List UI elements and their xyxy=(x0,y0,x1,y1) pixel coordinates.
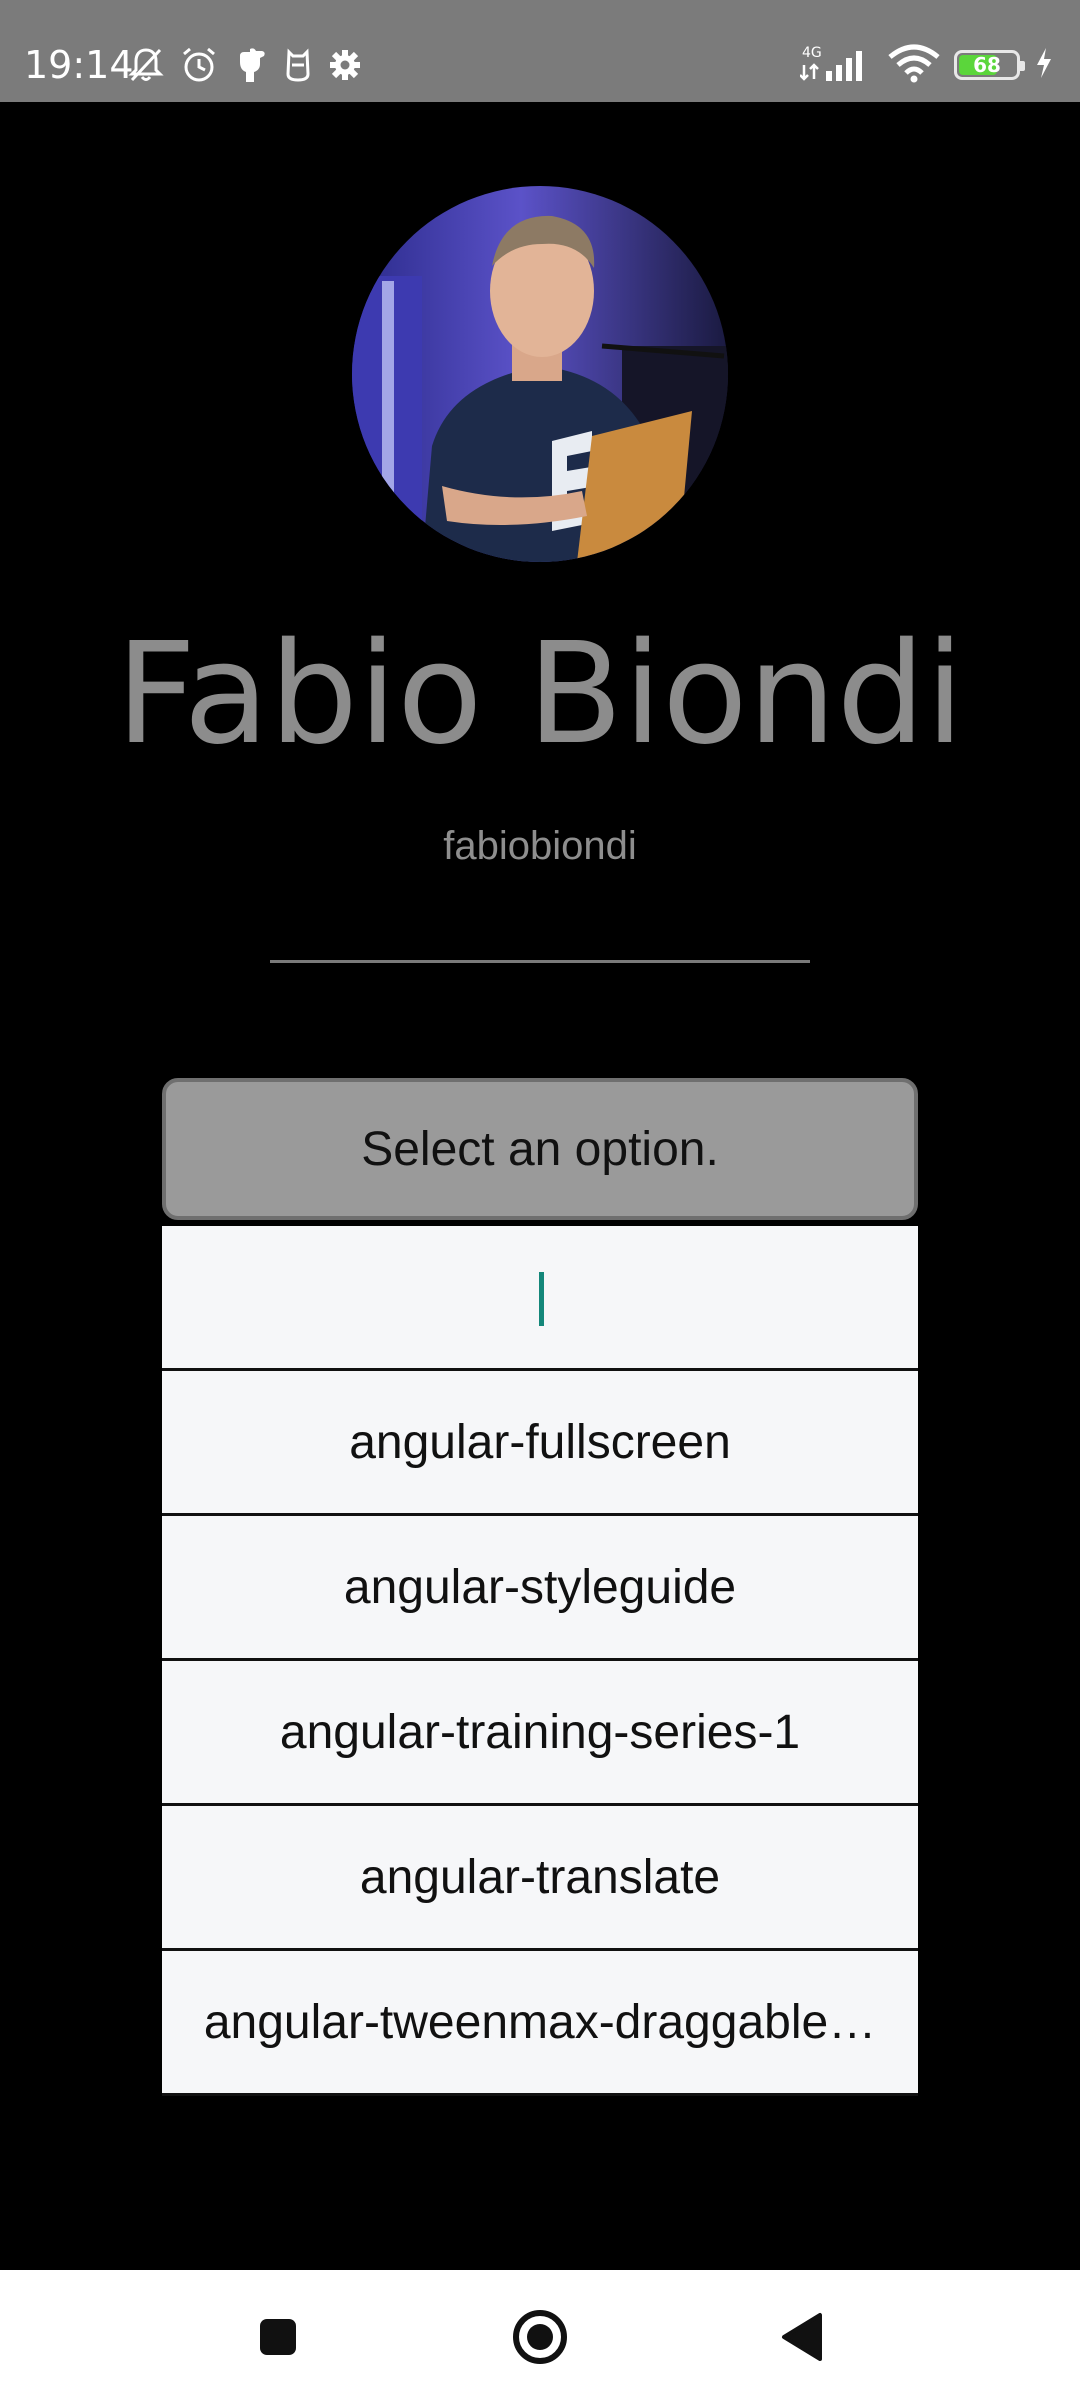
home-button[interactable] xyxy=(500,2300,580,2374)
navigation-bar xyxy=(0,2270,1080,2400)
repo-select-button[interactable]: Select an option. xyxy=(162,1078,918,1220)
dropdown-search-row xyxy=(162,1226,918,1371)
dropdown-option[interactable]: angular-styleguide xyxy=(162,1516,918,1661)
status-icons-left xyxy=(128,44,362,86)
back-triangle-icon xyxy=(782,2313,822,2361)
status-icons-right: 4G 68 xyxy=(799,43,1054,88)
profile-username: fabiobiondi xyxy=(443,824,637,868)
dropdown-option-label: angular-styleguide xyxy=(343,1560,737,1614)
dropdown-option[interactable]: angular-translate xyxy=(162,1806,918,1951)
battery-level: 68 xyxy=(973,53,1001,77)
dropdown-option-label: angular-fullscreen xyxy=(349,1415,731,1469)
bell-off-icon xyxy=(128,46,164,84)
dropdown-option[interactable]: angular-fullscreen xyxy=(162,1371,918,1516)
dropdown-option[interactable]: angular-tweenmax-draggable… xyxy=(162,1951,918,2096)
dropdown-option[interactable]: angular-training-series-1 xyxy=(162,1661,918,1806)
home-circle-icon xyxy=(513,2310,567,2364)
recents-button[interactable] xyxy=(238,2300,318,2374)
status-bar: 19:14 4G 68 xyxy=(0,0,1080,102)
dropdown-option-label: angular-tweenmax-draggable… xyxy=(203,1995,877,2049)
square-icon xyxy=(260,2319,296,2355)
cat-icon xyxy=(284,46,312,84)
profile-avatar xyxy=(352,186,728,562)
gear-icon xyxy=(328,48,362,82)
charging-icon xyxy=(1034,46,1054,85)
signal-icon: 4G xyxy=(799,43,874,88)
wifi-icon xyxy=(888,43,940,88)
back-button[interactable] xyxy=(762,2300,842,2374)
status-time: 19:14 xyxy=(24,43,134,87)
profile-name: Fabio Biondi xyxy=(115,613,965,776)
hand-icon xyxy=(234,46,268,84)
alarm-icon xyxy=(180,46,218,84)
repo-dropdown-list: angular-fullscreen angular-styleguide an… xyxy=(162,1226,918,2096)
dropdown-option-label: angular-translate xyxy=(359,1850,721,1904)
battery-icon: 68 xyxy=(954,50,1025,80)
text-caret xyxy=(539,1272,544,1326)
dropdown-option-label: angular-training-series-1 xyxy=(279,1705,801,1759)
network-type: 4G xyxy=(802,45,822,61)
profile-divider xyxy=(270,960,810,963)
